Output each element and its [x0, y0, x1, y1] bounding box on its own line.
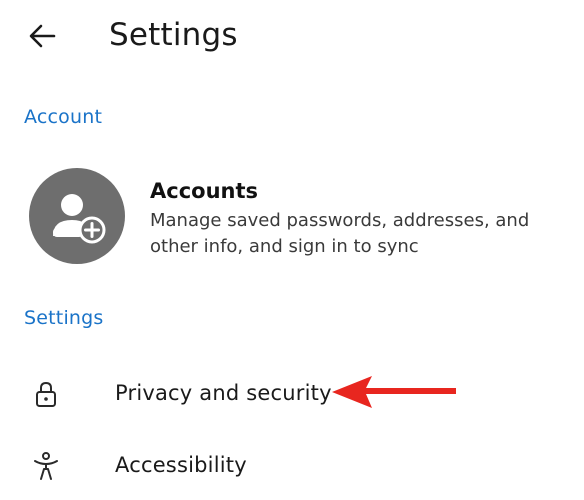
accounts-item[interactable]: Accounts Manage saved passwords, address…	[0, 160, 584, 280]
add-person-icon	[53, 194, 106, 244]
accounts-title: Accounts	[150, 179, 259, 203]
app-bar: Settings	[0, 0, 584, 80]
settings-item-label: Privacy and security	[115, 381, 332, 405]
annotation-arrow-icon	[332, 376, 456, 408]
arrow-left-icon	[29, 24, 56, 48]
lock-icon	[36, 381, 56, 407]
section-header-account: Account	[24, 106, 103, 128]
settings-item-label: Accessibility	[115, 453, 247, 477]
settings-item-privacy-and-security[interactable]: Privacy and security	[0, 364, 584, 424]
accounts-description: Manage saved passwords, addresses, and o…	[150, 210, 530, 257]
section-header-settings: Settings	[24, 307, 104, 329]
page-title: Settings	[109, 17, 238, 53]
settings-item-accessibility[interactable]: Accessibility	[0, 436, 584, 496]
accessibility-icon	[34, 452, 58, 480]
avatar	[29, 168, 125, 264]
back-button[interactable]	[22, 16, 62, 56]
